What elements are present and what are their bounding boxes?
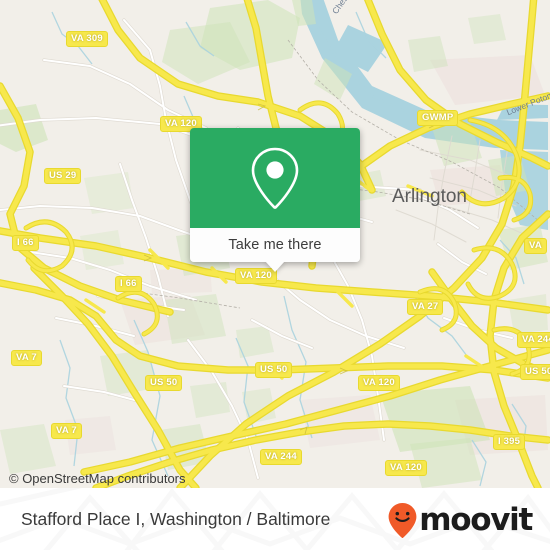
- road-shield[interactable]: VA 7: [11, 350, 42, 366]
- road-shield[interactable]: VA 244: [260, 449, 302, 465]
- moovit-pin-smile-icon: [388, 503, 417, 538]
- poi-callout-card[interactable]: Take me there: [190, 128, 360, 272]
- road-shield[interactable]: I 66: [115, 276, 142, 292]
- map-canvas[interactable]: .wtr { fill:#aad3df; } .wline{ stroke:#a…: [0, 0, 550, 488]
- footer-bar: Stafford Place I, Washington / Baltimore…: [0, 488, 550, 550]
- road-shield[interactable]: I 66: [12, 235, 39, 251]
- moovit-wordmark: moovit: [419, 502, 533, 538]
- road-shield[interactable]: VA 309: [66, 31, 108, 47]
- moovit-logo[interactable]: moovit: [387, 502, 533, 539]
- place-label-arlington: Arlington: [392, 186, 467, 207]
- poi-card-header: [190, 128, 360, 228]
- road-shield[interactable]: GWMP: [417, 110, 459, 126]
- road-shield[interactable]: VA 7: [51, 423, 82, 439]
- road-shield[interactable]: US 50: [255, 362, 293, 378]
- road-shield[interactable]: US 50: [145, 375, 183, 391]
- road-shield[interactable]: VA 27: [407, 299, 444, 315]
- road-shield[interactable]: VA: [524, 238, 547, 254]
- location-title: Stafford Place I, Washington / Baltimore: [21, 508, 331, 529]
- take-me-there-label: Take me there: [228, 237, 322, 253]
- road-shield[interactable]: US 50: [520, 364, 550, 380]
- moovit-map-screenshot: .wtr { fill:#aad3df; } .wline{ stroke:#a…: [0, 0, 550, 550]
- road-shield[interactable]: VA 120: [358, 375, 400, 391]
- map-pin-icon: [251, 147, 299, 209]
- road-shield[interactable]: VA 244: [517, 332, 550, 348]
- road-shield[interactable]: I 395: [493, 434, 526, 450]
- poi-card-action[interactable]: Take me there: [190, 228, 360, 262]
- callout-tail: [265, 261, 285, 272]
- osm-attribution[interactable]: © OpenStreetMap contributors: [9, 471, 186, 486]
- road-shield[interactable]: VA 120: [385, 460, 427, 476]
- road-shield[interactable]: US 29: [44, 168, 82, 184]
